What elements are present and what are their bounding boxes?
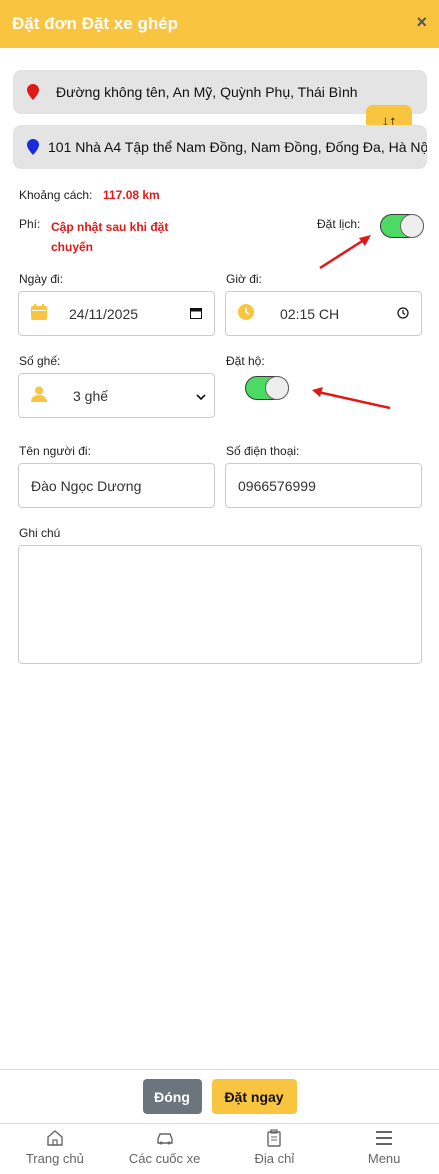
proxy-label: Đặt hộ:: [226, 354, 265, 368]
close-button[interactable]: Đóng: [142, 1079, 202, 1114]
time-input[interactable]: 02:15 CH: [225, 291, 422, 336]
book-now-button[interactable]: Đặt ngay: [211, 1079, 297, 1114]
passenger-label: Tên người đi:: [19, 444, 91, 458]
distance-value: 117.08 km: [103, 188, 160, 202]
toggle-knob: [400, 214, 424, 238]
nav-item-trips[interactable]: Các cuốc xe: [110, 1124, 220, 1174]
clock-picker-icon[interactable]: [397, 306, 409, 322]
annotation-arrow-icon: [319, 235, 371, 270]
dropoff-address-field[interactable]: 101 Nhà A4 Tập thể Nam Đồng, Nam Đồng, Đ…: [13, 125, 427, 169]
date-label: Ngày đi:: [19, 272, 64, 286]
modal-footer: Đóng Đặt ngay: [0, 1069, 439, 1123]
date-value: 24/11/2025: [69, 305, 139, 322]
fee-label: Phí:: [19, 217, 41, 231]
nav-item-home[interactable]: Trang chủ: [0, 1124, 110, 1174]
menu-icon: [376, 1131, 393, 1145]
phone-input[interactable]: 0966576999: [225, 463, 422, 508]
red-pin-icon: [27, 84, 47, 100]
note-textarea[interactable]: [18, 545, 422, 664]
chevron-down-icon: [196, 388, 206, 404]
fee-value: Cập nhật sau khi đặt chuyến: [51, 220, 169, 254]
distance-label: Khoảng cách:: [19, 188, 93, 202]
phone-label: Số điện thoại:: [226, 444, 300, 458]
seats-label: Số ghế:: [19, 354, 61, 368]
seats-select[interactable]: 3 ghế: [18, 373, 215, 418]
schedule-toggle[interactable]: [380, 214, 424, 238]
time-value: 02:15 CH: [280, 305, 340, 322]
car-icon: [156, 1133, 173, 1145]
home-icon: [47, 1130, 63, 1146]
person-icon: [31, 386, 47, 405]
modal-header: Đặt đơn Đặt xe ghép ×: [0, 0, 439, 48]
nav-item-menu[interactable]: Menu: [329, 1124, 439, 1174]
passenger-value: Đào Ngọc Dương: [31, 477, 142, 494]
bottom-nav: Trang chủ Các cuốc xe Địa chỉ Menu: [0, 1123, 439, 1174]
clock-icon: [238, 304, 254, 323]
clipboard-icon: [267, 1129, 282, 1147]
seats-value: 3 ghế: [73, 387, 109, 404]
modal-title: Đặt đơn Đặt xe ghép: [12, 14, 179, 33]
phone-value: 0966576999: [238, 477, 316, 494]
schedule-label: Đặt lịch:: [317, 217, 361, 231]
date-input[interactable]: 24/11/2025: [18, 291, 215, 336]
pickup-address-field[interactable]: Đường không tên, An Mỹ, Quỳnh Phụ, Thái …: [13, 70, 427, 114]
annotation-arrow-icon: [312, 387, 391, 410]
proxy-toggle[interactable]: [245, 376, 289, 400]
nav-item-address[interactable]: Địa chỉ: [220, 1124, 330, 1174]
close-icon[interactable]: ×: [416, 12, 427, 33]
calendar-icon: [31, 304, 47, 323]
note-label: Ghi chú: [19, 526, 61, 540]
nav-label-address: Địa chỉ: [254, 1151, 295, 1166]
dropoff-address-text: 101 Nhà A4 Tập thể Nam Đồng, Nam Đồng, Đ…: [48, 139, 427, 155]
passenger-input[interactable]: Đào Ngọc Dương: [18, 463, 215, 508]
pickup-address-text: Đường không tên, An Mỹ, Quỳnh Phụ, Thái …: [56, 84, 358, 100]
time-label: Giờ đi:: [226, 272, 262, 286]
nav-label-home: Trang chủ: [25, 1151, 84, 1166]
nav-label-menu: Menu: [367, 1151, 401, 1166]
calendar-picker-icon[interactable]: [190, 306, 202, 322]
blue-pin-icon: [27, 139, 39, 155]
nav-label-trips: Các cuốc xe: [128, 1151, 201, 1166]
toggle-knob: [265, 376, 289, 400]
